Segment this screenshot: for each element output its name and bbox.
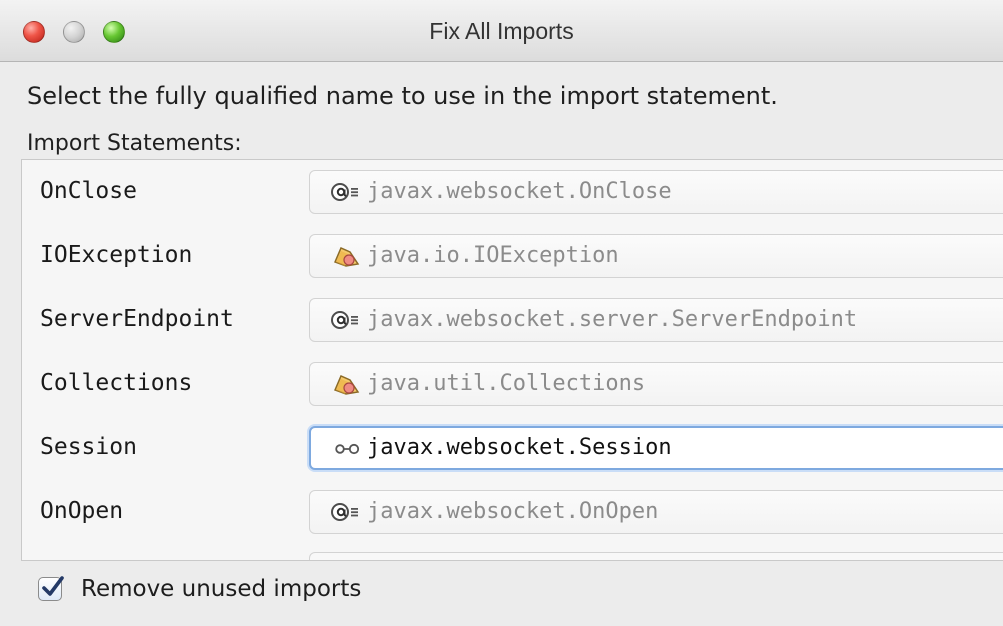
class-name-onclose: OnClose — [40, 178, 137, 204]
import-statements-label: Import Statements: — [27, 131, 242, 156]
qualified-name-selector-collections[interactable]: java.util.Collections — [309, 362, 1003, 406]
class-icon — [333, 375, 360, 395]
qualified-name-session: javax.websocket.Session — [367, 435, 672, 460]
fix-all-imports-dialog: Fix All Imports Select the fully qualifi… — [0, 0, 1003, 626]
annotation-icon — [331, 183, 358, 201]
import-statements-table: OnClose javax.websocket.OnClose IOExcept… — [21, 159, 1003, 561]
window-titlebar: Fix All Imports — [0, 0, 1003, 62]
qualified-name-onclose: javax.websocket.OnClose — [367, 179, 672, 204]
annotation-icon — [331, 311, 358, 329]
remove-unused-imports-option[interactable]: Remove unused imports — [38, 572, 361, 606]
import-row-onclose: OnClose javax.websocket.OnClose — [22, 160, 1003, 224]
class-name-ioexception: IOException — [40, 242, 193, 268]
qualified-name-selector-onopen[interactable]: javax.websocket.OnOpen — [309, 490, 1003, 534]
class-name-onopen: OnOpen — [40, 498, 124, 524]
qualified-name-serverendpoint: javax.websocket.server.ServerEndpoint — [367, 307, 858, 332]
check-mark-icon — [42, 576, 64, 596]
qualified-name-selector-serverendpoint[interactable]: javax.websocket.server.ServerEndpoint — [309, 298, 1003, 342]
qualified-name-selector-session[interactable]: javax.websocket.Session — [309, 426, 1003, 470]
class-name-serverendpoint: ServerEndpoint — [40, 306, 234, 332]
qualified-name-selector-ioexception[interactable]: java.io.IOException — [309, 234, 1003, 278]
qualified-name-ioexception: java.io.IOException — [367, 243, 619, 268]
class-name-collections: Collections — [40, 370, 193, 396]
window-title: Fix All Imports — [429, 18, 574, 44]
import-row-session: Session javax.websocket.Session — [22, 416, 1003, 480]
annotation-icon — [331, 503, 358, 521]
dialog-content: Select the fully qualified name to use i… — [0, 62, 1003, 626]
import-row-serverendpoint: ServerEndpoint javax.websocket.server.Se… — [22, 288, 1003, 352]
class-icon — [333, 247, 360, 267]
import-row-collections: Collections java.util.Collections — [22, 352, 1003, 416]
interface-icon — [335, 443, 360, 455]
qualified-name-onopen: javax.websocket.OnOpen — [367, 499, 659, 524]
instruction-text: Select the fully qualified name to use i… — [27, 82, 778, 110]
remove-unused-imports-label: Remove unused imports — [81, 576, 362, 602]
import-row-ioexception: IOException java.io.IOException — [22, 224, 1003, 288]
qualified-name-selector-onclose[interactable]: javax.websocket.OnClose — [309, 170, 1003, 214]
class-name-session: Session — [40, 434, 137, 460]
remove-unused-imports-checkbox[interactable] — [38, 576, 64, 601]
qualified-name-collections: java.util.Collections — [367, 371, 646, 396]
partial-next-import-row — [309, 552, 1003, 560]
import-row-onopen: OnOpen javax.websocket.OnOpen — [22, 480, 1003, 544]
